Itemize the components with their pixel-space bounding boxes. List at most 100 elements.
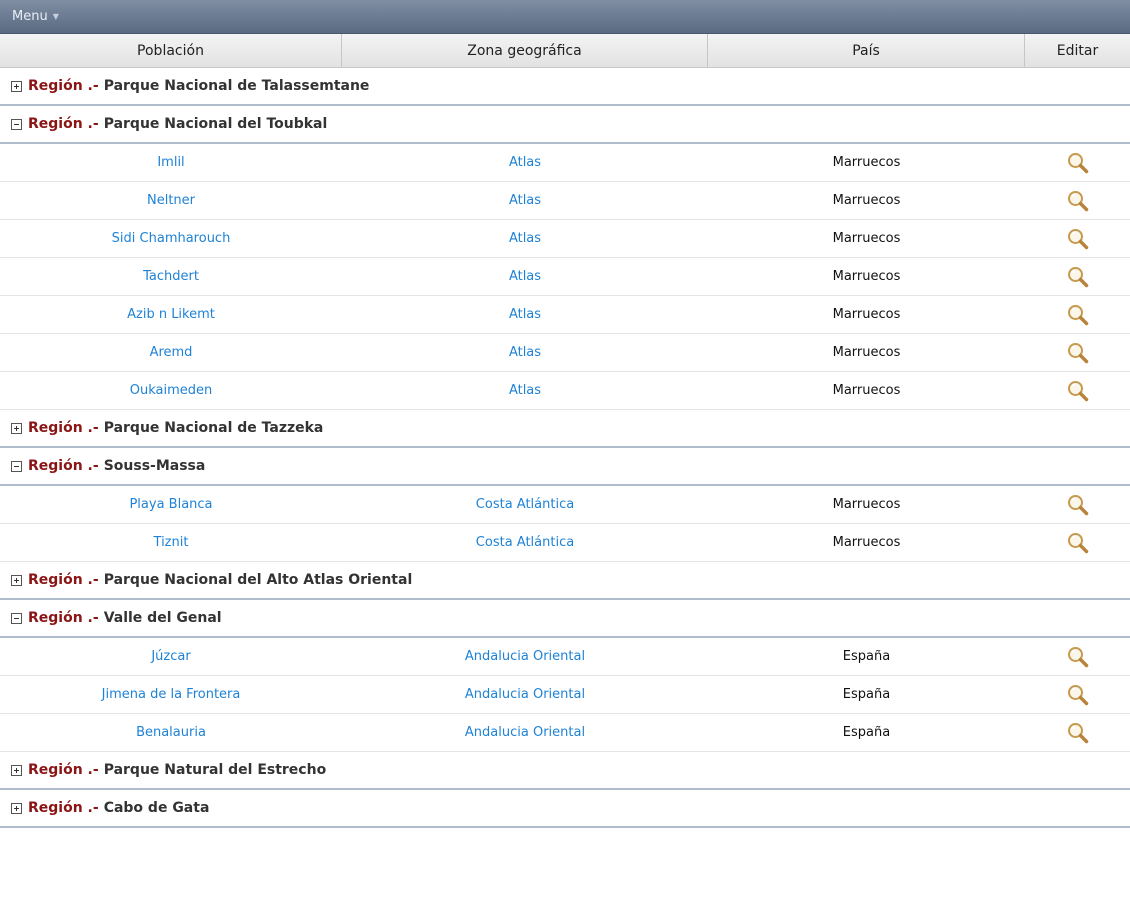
region-name: Parque Nacional del Toubkal <box>103 116 328 132</box>
zona-link[interactable]: Atlas <box>509 155 541 170</box>
menu-button[interactable]: Menu ▼ <box>12 9 59 24</box>
group-row[interactable]: Región .- Parque Nacional de Talassemtane <box>0 68 1130 106</box>
edit-button[interactable] <box>1066 341 1090 365</box>
edit-button[interactable] <box>1066 493 1090 517</box>
zona-link[interactable]: Atlas <box>509 307 541 322</box>
table-row: Júzcar Andalucia Oriental España <box>0 638 1130 676</box>
cell-poblacion: Azib n Likemt <box>0 296 342 333</box>
edit-button[interactable] <box>1066 721 1090 745</box>
cell-poblacion: Aremd <box>0 334 342 371</box>
zona-link[interactable]: Atlas <box>509 231 541 246</box>
pais-text: España <box>842 687 891 702</box>
edit-button[interactable] <box>1066 189 1090 213</box>
zona-link[interactable]: Andalucia Oriental <box>465 725 585 740</box>
region-name: Parque Nacional de Talassemtane <box>103 78 370 94</box>
expand-icon[interactable] <box>11 802 22 814</box>
poblacion-link[interactable]: Júzcar <box>151 649 190 664</box>
expand-icon[interactable] <box>11 574 22 586</box>
expand-icon[interactable] <box>11 422 22 434</box>
column-header-editar[interactable]: Editar <box>1025 34 1130 67</box>
poblacion-link[interactable]: Imlil <box>157 155 184 170</box>
group-row[interactable]: Región .- Cabo de Gata <box>0 790 1130 828</box>
pais-text: España <box>842 725 891 740</box>
edit-button[interactable] <box>1066 531 1090 555</box>
column-header-pais[interactable]: País <box>708 34 1025 67</box>
edit-button[interactable] <box>1066 151 1090 175</box>
cell-poblacion: Tiznit <box>0 524 342 561</box>
zona-link[interactable]: Costa Atlántica <box>476 535 574 550</box>
poblacion-link[interactable]: Aremd <box>150 345 193 360</box>
zona-link[interactable]: Atlas <box>509 193 541 208</box>
cell-editar <box>1025 524 1130 561</box>
collapse-icon[interactable] <box>11 460 22 472</box>
poblacion-link[interactable]: Tiznit <box>154 535 189 550</box>
table-row: Aremd Atlas Marruecos <box>0 334 1130 372</box>
poblacion-link[interactable]: Jimena de la Frontera <box>102 687 241 702</box>
zona-link[interactable]: Atlas <box>509 269 541 284</box>
magnifier-icon <box>1067 304 1088 325</box>
cell-zona: Atlas <box>342 144 708 181</box>
cell-zona: Atlas <box>342 182 708 219</box>
cell-editar <box>1025 486 1130 523</box>
edit-button[interactable] <box>1066 683 1090 707</box>
collapse-icon[interactable] <box>11 118 22 130</box>
poblacion-link[interactable]: Sidi Chamharouch <box>112 231 231 246</box>
group-row[interactable]: Región .- Valle del Genal <box>0 600 1130 638</box>
group-row[interactable]: Región .- Parque Nacional del Toubkal <box>0 106 1130 144</box>
cell-pais: Marruecos <box>708 524 1025 561</box>
edit-button[interactable] <box>1066 645 1090 669</box>
cell-editar <box>1025 714 1130 751</box>
cell-pais: Marruecos <box>708 334 1025 371</box>
region-name: Parque Nacional del Alto Atlas Oriental <box>103 572 413 588</box>
pais-text: Marruecos <box>832 193 901 208</box>
group-row[interactable]: Región .- Souss-Massa <box>0 448 1130 486</box>
expand-icon[interactable] <box>11 80 22 92</box>
poblacion-link[interactable]: Azib n Likemt <box>127 307 215 322</box>
zona-link[interactable]: Atlas <box>509 345 541 360</box>
column-header-poblacion[interactable]: Población <box>0 34 342 67</box>
collapse-icon[interactable] <box>11 612 22 624</box>
cell-editar <box>1025 296 1130 333</box>
edit-button[interactable] <box>1066 265 1090 289</box>
zona-link[interactable]: Costa Atlántica <box>476 497 574 512</box>
zona-link[interactable]: Atlas <box>509 383 541 398</box>
pais-text: Marruecos <box>832 345 901 360</box>
table-row: Tachdert Atlas Marruecos <box>0 258 1130 296</box>
cell-editar <box>1025 220 1130 257</box>
region-name: Parque Natural del Estrecho <box>103 762 327 778</box>
group-row[interactable]: Región .- Parque Nacional del Alto Atlas … <box>0 562 1130 600</box>
cell-poblacion: Neltner <box>0 182 342 219</box>
cell-zona: Andalucia Oriental <box>342 638 708 675</box>
group-row[interactable]: Región .- Parque Natural del Estrecho <box>0 752 1130 790</box>
region-label: Región .- <box>28 610 99 626</box>
magnifier-icon <box>1067 228 1088 249</box>
edit-button[interactable] <box>1066 227 1090 251</box>
top-menu-bar: Menu ▼ <box>0 0 1130 34</box>
column-header-zona[interactable]: Zona geográfica <box>342 34 708 67</box>
poblacion-link[interactable]: Tachdert <box>143 269 199 284</box>
caret-down-icon: ▼ <box>52 12 59 21</box>
cell-editar <box>1025 638 1130 675</box>
table-row: Imlil Atlas Marruecos <box>0 144 1130 182</box>
group-row[interactable]: Región .- Parque Nacional de Tazzeka <box>0 410 1130 448</box>
magnifier-icon <box>1067 190 1088 211</box>
zona-link[interactable]: Andalucia Oriental <box>465 687 585 702</box>
edit-button[interactable] <box>1066 303 1090 327</box>
cell-pais: Marruecos <box>708 372 1025 409</box>
pais-text: Marruecos <box>832 231 901 246</box>
poblacion-link[interactable]: Benalauria <box>136 725 206 740</box>
region-label: Región .- <box>28 458 99 474</box>
menu-label: Menu <box>12 9 48 24</box>
poblacion-link[interactable]: Neltner <box>147 193 195 208</box>
cell-poblacion: Oukaimeden <box>0 372 342 409</box>
region-label: Región .- <box>28 420 99 436</box>
magnifier-icon <box>1067 646 1088 667</box>
poblacion-link[interactable]: Oukaimeden <box>130 383 213 398</box>
expand-icon[interactable] <box>11 764 22 776</box>
cell-zona: Atlas <box>342 296 708 333</box>
poblacion-link[interactable]: Playa Blanca <box>129 497 212 512</box>
table-row: Oukaimeden Atlas Marruecos <box>0 372 1130 410</box>
zona-link[interactable]: Andalucia Oriental <box>465 649 585 664</box>
edit-button[interactable] <box>1066 379 1090 403</box>
magnifier-icon <box>1067 152 1088 173</box>
